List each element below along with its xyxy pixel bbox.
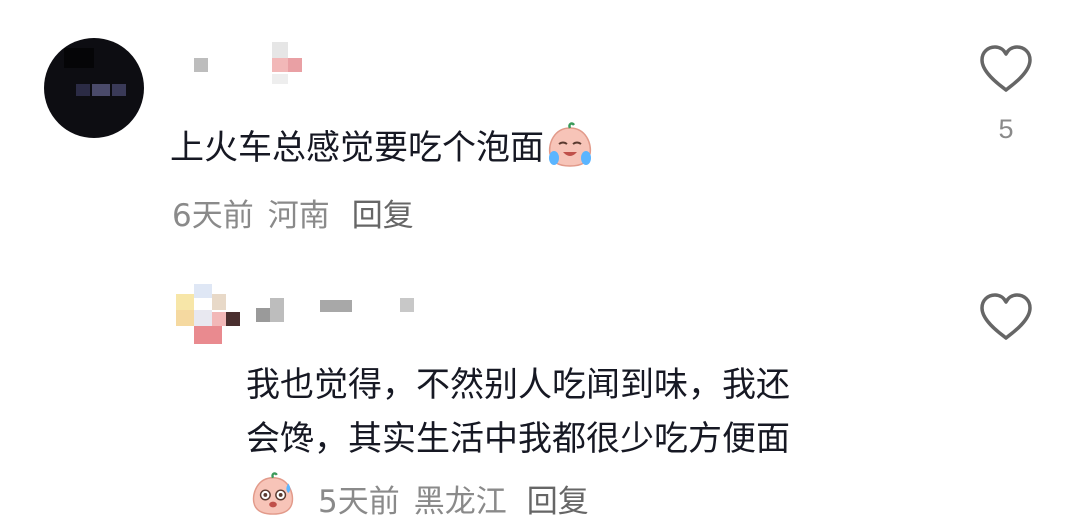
comment-time: 6天前: [172, 198, 254, 234]
like-count: 5: [998, 114, 1014, 144]
avatar[interactable]: [168, 280, 246, 350]
comment-meta: 6天前 河南 回复: [172, 190, 414, 235]
username-pixelated[interactable]: [256, 290, 436, 330]
comment-location: 河南: [267, 198, 330, 234]
reply-text-line: 我也觉得，不然别人吃闻到味，我还: [246, 365, 790, 405]
sweating-peach-emoji-icon: [248, 472, 298, 524]
comment-text-content: 上火车总感觉要吃个泡面: [170, 128, 544, 168]
reply-text: 我也觉得，不然别人吃闻到味，我还 会馋，其实生活中我都很少吃方便面: [246, 358, 790, 466]
heart-outline-icon[interactable]: [976, 44, 1036, 98]
like-group: [976, 292, 1036, 346]
like-group: 5: [976, 44, 1036, 145]
comment-item: 上火车总感觉要吃个泡面 6天前 河南 回复 5: [0, 0, 1076, 250]
crying-peach-emoji-icon: [544, 122, 596, 177]
comment-text: 上火车总感觉要吃个泡面: [170, 122, 596, 177]
username-pixelated[interactable]: [190, 40, 310, 90]
reply-item: 我也觉得，不然别人吃闻到味，我还 会馋，其实生活中我都很少吃方便面 5天前 黑龙…: [0, 260, 1076, 520]
heart-outline-icon[interactable]: [976, 292, 1036, 346]
reply-text-line: 会馋，其实生活中我都很少吃方便面: [246, 419, 790, 459]
reply-button[interactable]: 回复: [352, 190, 414, 235]
reply-meta: 5天前 黑龙江 回复: [248, 472, 589, 524]
avatar[interactable]: [44, 38, 144, 138]
